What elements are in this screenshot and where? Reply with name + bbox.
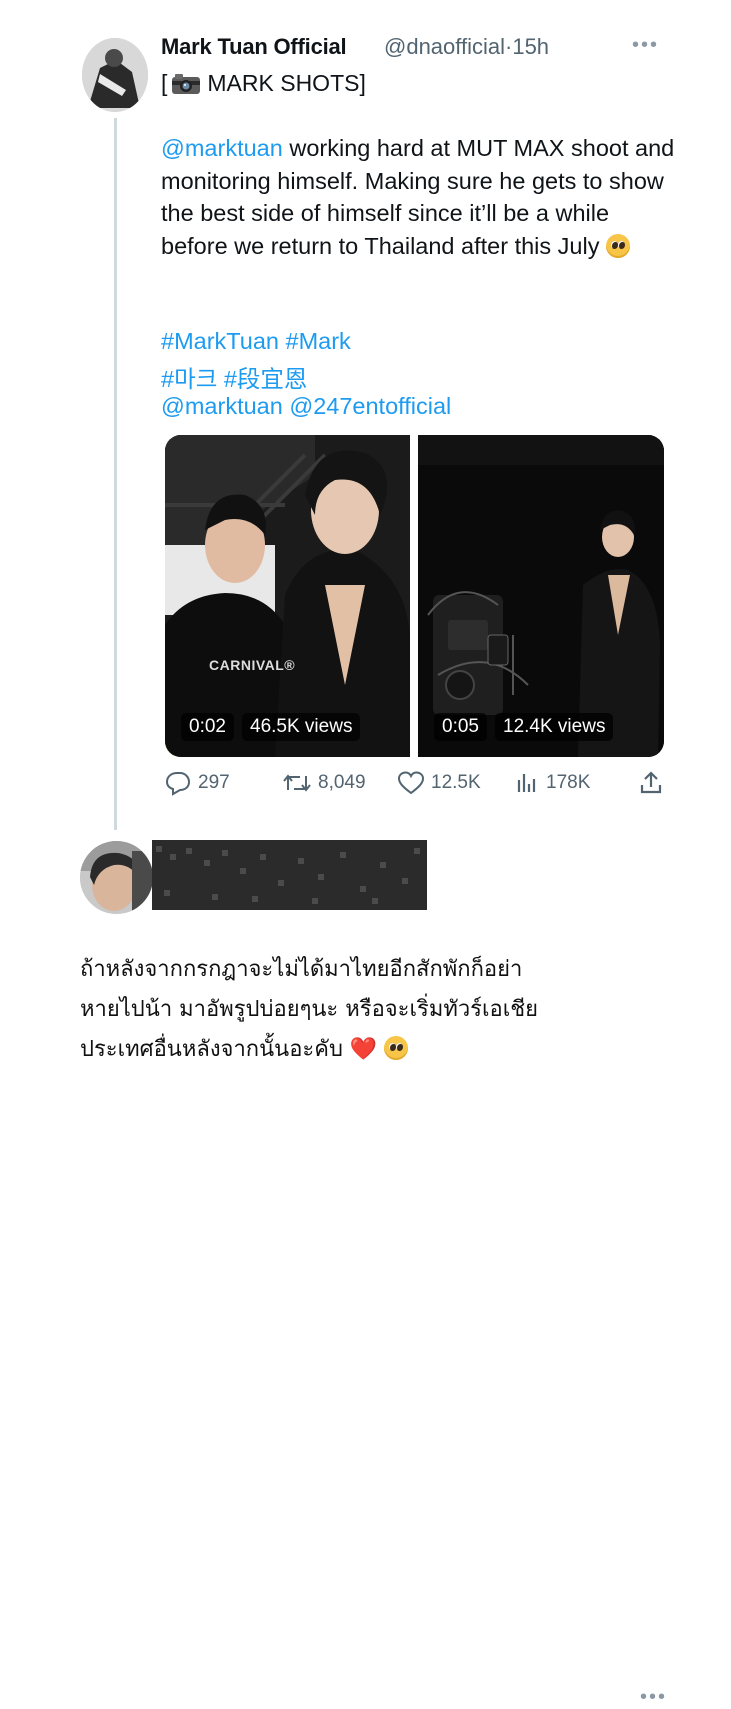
reply-text-line-2: หายไปน้า มาอัพรูปบ่อยๆนะ หรือจะเริ่มทัวร…	[80, 997, 539, 1022]
tweet-time[interactable]: 15h	[512, 34, 549, 59]
video-thumbnail-2[interactable]: 0:05 12.4K views	[418, 435, 664, 757]
more-horizontal-icon[interactable]: •••	[632, 34, 659, 57]
reply-text-line-3: ประเทศอื่นหลังจากนั้นอะคับ ❤️	[80, 1030, 680, 1070]
camera-icon	[171, 73, 201, 95]
reply-text-line-3-text: ประเทศอื่นหลังจากนั้นอะคับ	[80, 1037, 343, 1062]
pleading-face-emoji	[384, 1036, 409, 1060]
mentions-line[interactable]: @marktuan @247entofficial	[161, 393, 451, 420]
red-heart-emoji: ❤️	[349, 1037, 378, 1062]
tweet-actions-bar: 297 8,049 12.5K 178K	[164, 770, 669, 800]
author-name[interactable]: Mark Tuan Official	[161, 34, 347, 60]
reply-button[interactable]: 297	[164, 770, 230, 796]
more-horizontal-icon[interactable]: •••	[640, 1686, 667, 1709]
hashtags-line-1[interactable]: #MarkTuan #Mark	[161, 328, 351, 355]
retweet-button[interactable]: 8,049	[282, 770, 366, 796]
views-chart-icon	[517, 774, 536, 792]
views-count: 178K	[546, 772, 591, 793]
share-icon	[640, 771, 662, 794]
reply-text-line-1: ถ้าหลังจากกรกฎาจะไม่ได้มาไทยอีกสักพักก็อ…	[80, 957, 523, 982]
heading-bracket: [	[161, 70, 168, 96]
reply-count: 297	[198, 772, 230, 793]
views-button[interactable]: 178K	[514, 770, 590, 796]
video-views-badge: 12.4K views	[495, 713, 614, 741]
pleading-face-emoji	[606, 233, 630, 258]
mention-link[interactable]: @marktuan	[161, 135, 283, 161]
video-views-badge: 46.5K views	[242, 713, 361, 741]
like-button[interactable]: 12.5K	[397, 770, 481, 796]
video-duration-badge: 0:05	[434, 713, 487, 741]
heading-text: MARK SHOTS]	[207, 70, 366, 96]
video-duration-badge: 0:02	[181, 713, 234, 741]
redacted-reply-username	[152, 840, 427, 910]
thread-connector-line	[114, 118, 117, 830]
hashtags-line-2[interactable]: #마크 #段宜恩	[161, 360, 307, 394]
author-avatar[interactable]	[82, 38, 148, 112]
video-thumbnail-1[interactable]: CARNIVAL® 0:02 46.5K views	[165, 435, 410, 757]
retweet-icon	[283, 774, 311, 792]
tweet-main[interactable]: Mark Tuan Official @dnaofficial·15h ••• …	[0, 0, 731, 840]
reply-text: ถ้าหลังจากกรกฎาจะไม่ได้มาไทยอีกสักพักก็อ…	[80, 950, 680, 1070]
reply-avatar[interactable]	[80, 841, 153, 914]
tweet-heading: [ MARK SHOTS]	[161, 70, 366, 97]
retweet-count: 8,049	[318, 772, 366, 793]
reply-tweet[interactable]: ••• ถ้าหลังจากกรกฎาจะไม่ได้มาไทยอีกสักพั…	[0, 840, 731, 1708]
author-handle[interactable]: @dnaofficial	[384, 34, 505, 59]
author-handle-time[interactable]: @dnaofficial·15h	[384, 34, 549, 60]
heart-icon	[397, 771, 425, 795]
tweet-body: @marktuan working hard at MUT MAX shoot …	[161, 132, 681, 262]
like-count: 12.5K	[431, 772, 481, 793]
reply-icon	[165, 772, 191, 796]
shirt-text: CARNIVAL®	[209, 657, 296, 673]
share-button[interactable]	[638, 770, 664, 796]
